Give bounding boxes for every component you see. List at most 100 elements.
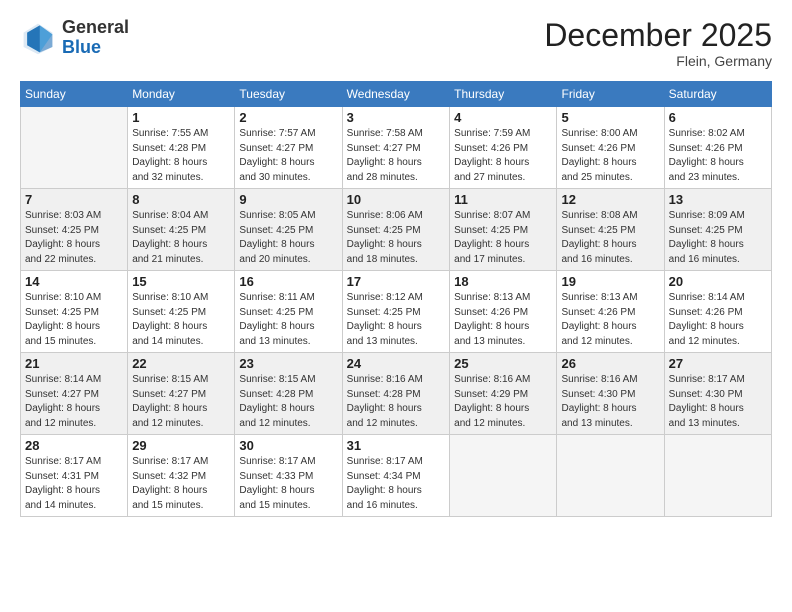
day-number: 3 [347,110,446,125]
col-saturday: Saturday [664,82,771,107]
day-number: 19 [561,274,659,289]
day-info: Sunrise: 8:04 AM Sunset: 4:25 PM Dayligh… [132,209,230,267]
calendar-cell: 16 Sunrise: 8:11 AM Sunset: 4:25 PM Dayli… [235,271,342,353]
logo: General Blue [20,18,129,58]
calendar-week-row: 21 Sunrise: 8:14 AM Sunset: 4:27 PM Dayli… [21,353,772,435]
day-number: 31 [347,438,446,453]
calendar-cell: 1 Sunrise: 7:55 AM Sunset: 4:28 PM Daylig… [128,107,235,189]
logo-line2: Blue [62,37,101,57]
day-number: 12 [561,192,659,207]
calendar-cell [450,435,557,517]
col-wednesday: Wednesday [342,82,450,107]
day-info: Sunrise: 8:16 AM Sunset: 4:30 PM Dayligh… [561,373,659,431]
title-block: December 2025 Flein, Germany [544,18,772,69]
day-number: 23 [239,356,337,371]
calendar-cell: 15 Sunrise: 8:10 AM Sunset: 4:25 PM Dayli… [128,271,235,353]
calendar-week-row: 1 Sunrise: 7:55 AM Sunset: 4:28 PM Daylig… [21,107,772,189]
day-number: 16 [239,274,337,289]
day-info: Sunrise: 8:15 AM Sunset: 4:28 PM Dayligh… [239,373,337,431]
calendar-cell: 19 Sunrise: 8:13 AM Sunset: 4:26 PM Dayli… [557,271,664,353]
day-info: Sunrise: 8:13 AM Sunset: 4:26 PM Dayligh… [561,291,659,349]
calendar-cell: 10 Sunrise: 8:06 AM Sunset: 4:25 PM Dayli… [342,189,450,271]
day-number: 10 [347,192,446,207]
day-info: Sunrise: 7:58 AM Sunset: 4:27 PM Dayligh… [347,127,446,185]
day-info: Sunrise: 8:00 AM Sunset: 4:26 PM Dayligh… [561,127,659,185]
day-number: 18 [454,274,552,289]
day-number: 20 [669,274,767,289]
day-info: Sunrise: 8:11 AM Sunset: 4:25 PM Dayligh… [239,291,337,349]
calendar-week-row: 28 Sunrise: 8:17 AM Sunset: 4:31 PM Dayli… [21,435,772,517]
col-friday: Friday [557,82,664,107]
day-info: Sunrise: 8:13 AM Sunset: 4:26 PM Dayligh… [454,291,552,349]
calendar-cell: 20 Sunrise: 8:14 AM Sunset: 4:26 PM Dayli… [664,271,771,353]
col-sunday: Sunday [21,82,128,107]
calendar-cell: 9 Sunrise: 8:05 AM Sunset: 4:25 PM Daylig… [235,189,342,271]
day-number: 13 [669,192,767,207]
calendar-cell: 22Sunrise: 8:15 AM Sunset: 4:27 PM Dayli… [128,353,235,435]
calendar-week-row: 7Sunrise: 8:03 AM Sunset: 4:25 PM Daylig… [21,189,772,271]
calendar-cell: 8 Sunrise: 8:04 AM Sunset: 4:25 PM Daylig… [128,189,235,271]
day-info: Sunrise: 8:03 AM Sunset: 4:25 PM Dayligh… [25,209,123,267]
calendar-cell [21,107,128,189]
calendar-cell [664,435,771,517]
day-info: Sunrise: 8:05 AM Sunset: 4:25 PM Dayligh… [239,209,337,267]
calendar-cell: 5 Sunrise: 8:00 AM Sunset: 4:26 PM Daylig… [557,107,664,189]
day-number: 2 [239,110,337,125]
day-info: Sunrise: 8:06 AM Sunset: 4:25 PM Dayligh… [347,209,446,267]
day-number: 9 [239,192,337,207]
page-container: General Blue December 2025 Flein, German… [0,0,792,527]
calendar-cell: 26 Sunrise: 8:16 AM Sunset: 4:30 PM Dayli… [557,353,664,435]
day-info: Sunrise: 8:14 AM Sunset: 4:26 PM Dayligh… [669,291,767,349]
day-number: 26 [561,356,659,371]
day-number: 11 [454,192,552,207]
calendar-cell: 3 Sunrise: 7:58 AM Sunset: 4:27 PM Daylig… [342,107,450,189]
calendar-cell: 12Sunrise: 8:08 AM Sunset: 4:25 PM Dayli… [557,189,664,271]
day-info: Sunrise: 8:17 AM Sunset: 4:31 PM Dayligh… [25,455,123,513]
day-number: 5 [561,110,659,125]
day-number: 22 [132,356,230,371]
calendar-cell: 31 Sunrise: 8:17 AM Sunset: 4:34 PM Dayli… [342,435,450,517]
day-number: 24 [347,356,446,371]
calendar-cell: 30Sunrise: 8:17 AM Sunset: 4:33 PM Dayli… [235,435,342,517]
page-header: General Blue December 2025 Flein, German… [20,18,772,69]
col-monday: Monday [128,82,235,107]
day-info: Sunrise: 8:09 AM Sunset: 4:25 PM Dayligh… [669,209,767,267]
day-info: Sunrise: 8:02 AM Sunset: 4:26 PM Dayligh… [669,127,767,185]
calendar-cell: 24 Sunrise: 8:16 AM Sunset: 4:28 PM Dayli… [342,353,450,435]
day-info: Sunrise: 8:14 AM Sunset: 4:27 PM Dayligh… [25,373,123,431]
day-number: 28 [25,438,123,453]
day-info: Sunrise: 8:10 AM Sunset: 4:25 PM Dayligh… [132,291,230,349]
day-info: Sunrise: 7:57 AM Sunset: 4:27 PM Dayligh… [239,127,337,185]
day-number: 21 [25,356,123,371]
day-number: 1 [132,110,230,125]
location: Flein, Germany [544,53,772,69]
calendar-cell: 4 Sunrise: 7:59 AM Sunset: 4:26 PM Daylig… [450,107,557,189]
day-info: Sunrise: 8:12 AM Sunset: 4:25 PM Dayligh… [347,291,446,349]
day-number: 17 [347,274,446,289]
calendar-header-row: Sunday Monday Tuesday Wednesday Thursday… [21,82,772,107]
calendar-week-row: 14 Sunrise: 8:10 AM Sunset: 4:25 PM Dayli… [21,271,772,353]
logo-line1: General [62,17,129,37]
col-thursday: Thursday [450,82,557,107]
calendar-cell: 7Sunrise: 8:03 AM Sunset: 4:25 PM Daylig… [21,189,128,271]
calendar-cell [557,435,664,517]
calendar-cell: 6Sunrise: 8:02 AM Sunset: 4:26 PM Daylig… [664,107,771,189]
day-info: Sunrise: 8:17 AM Sunset: 4:30 PM Dayligh… [669,373,767,431]
day-info: Sunrise: 8:16 AM Sunset: 4:28 PM Dayligh… [347,373,446,431]
day-info: Sunrise: 8:17 AM Sunset: 4:34 PM Dayligh… [347,455,446,513]
day-number: 4 [454,110,552,125]
month-year: December 2025 [544,18,772,53]
day-number: 14 [25,274,123,289]
day-number: 8 [132,192,230,207]
day-info: Sunrise: 7:59 AM Sunset: 4:26 PM Dayligh… [454,127,552,185]
calendar-cell: 13 Sunrise: 8:09 AM Sunset: 4:25 PM Dayli… [664,189,771,271]
calendar-cell: 2 Sunrise: 7:57 AM Sunset: 4:27 PM Daylig… [235,107,342,189]
calendar-cell: 11Sunrise: 8:07 AM Sunset: 4:25 PM Dayli… [450,189,557,271]
calendar-cell: 14Sunrise: 8:10 AM Sunset: 4:25 PM Dayli… [21,271,128,353]
day-info: Sunrise: 7:55 AM Sunset: 4:28 PM Dayligh… [132,127,230,185]
calendar-cell: 17 Sunrise: 8:12 AM Sunset: 4:25 PM Dayli… [342,271,450,353]
logo-icon [20,20,56,56]
calendar-cell: 25Sunrise: 8:16 AM Sunset: 4:29 PM Dayli… [450,353,557,435]
day-number: 15 [132,274,230,289]
day-info: Sunrise: 8:17 AM Sunset: 4:32 PM Dayligh… [132,455,230,513]
